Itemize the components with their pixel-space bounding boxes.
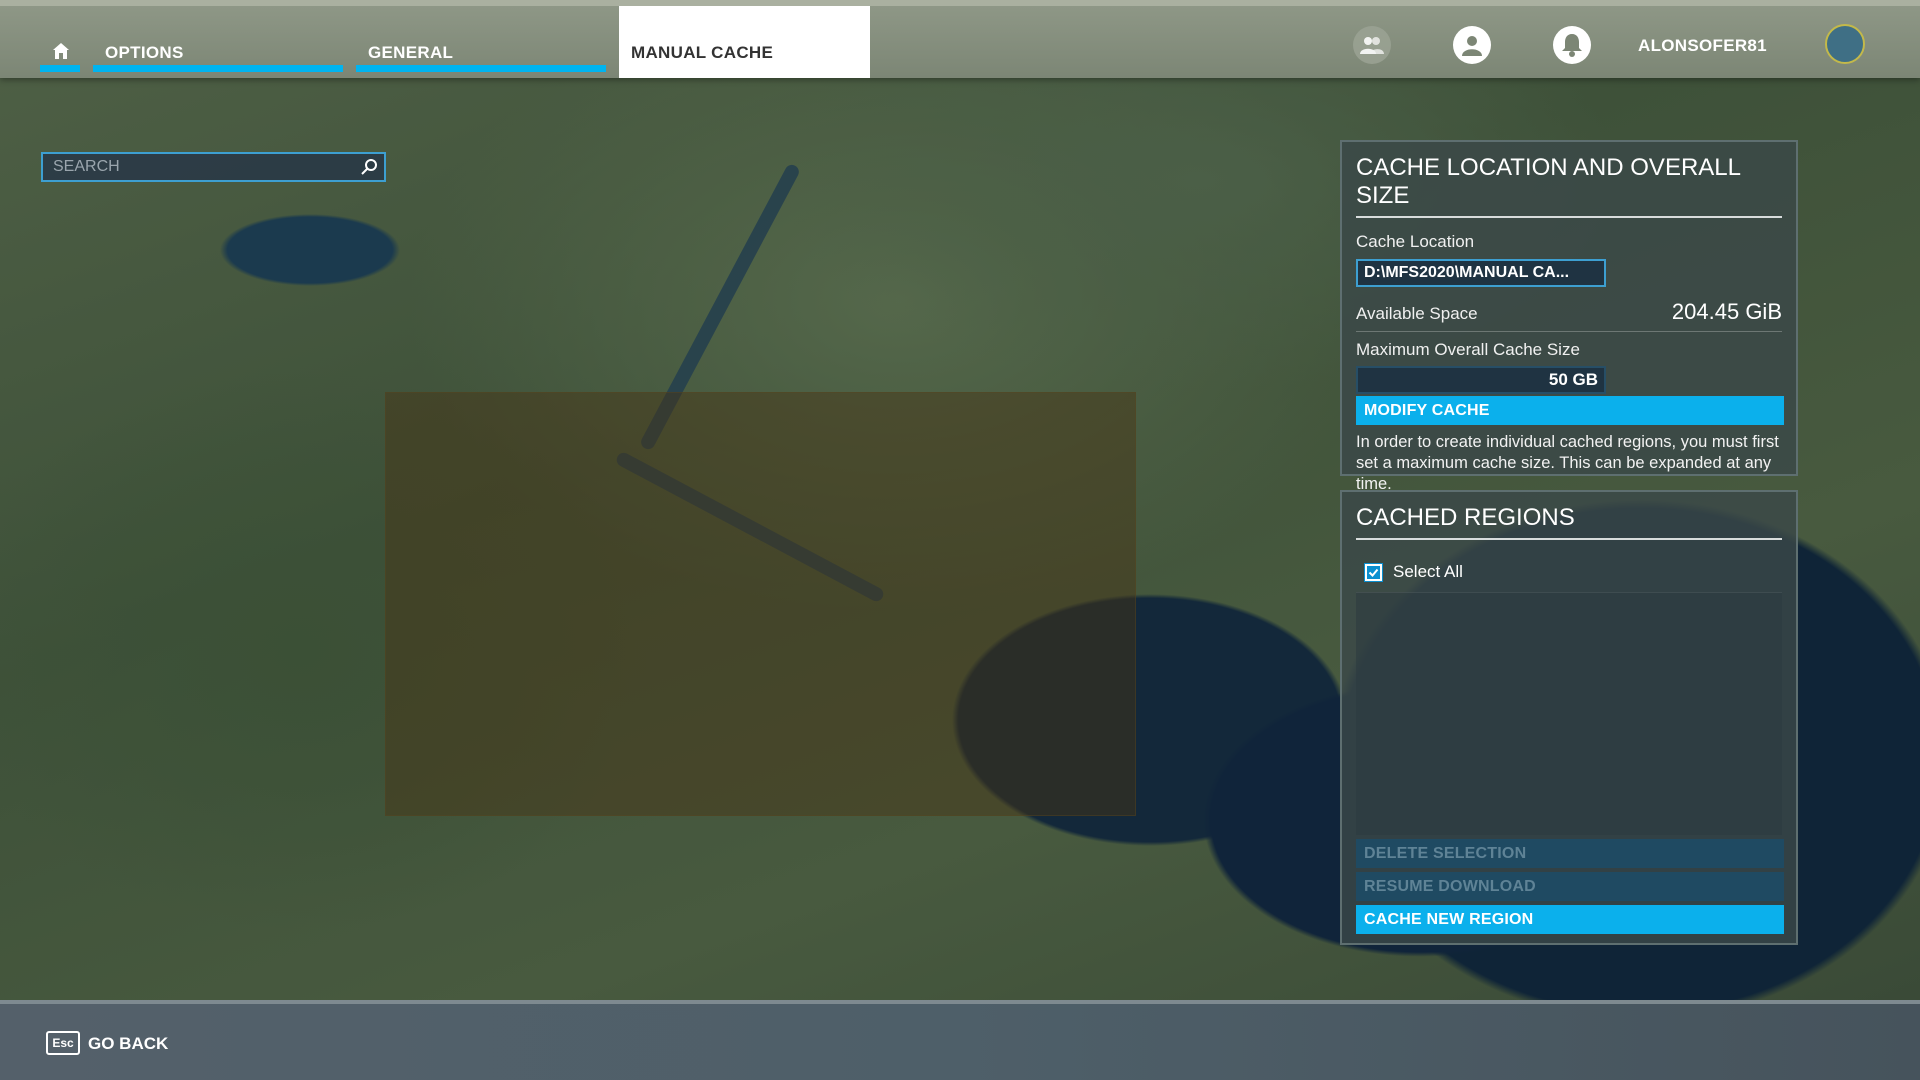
go-back-button[interactable]: GO BACK [88, 1034, 168, 1054]
select-all-label: Select All [1393, 562, 1463, 581]
tab-manual-cache[interactable]: MANUAL CACHE [619, 6, 870, 78]
max-cache-size-field[interactable]: 50 GB [1356, 366, 1606, 394]
search-icon[interactable] [360, 158, 378, 176]
tab-label: OPTIONS [105, 43, 184, 62]
select-all-row[interactable]: Select All [1356, 562, 1782, 582]
top-navigation-bar: OPTIONS GENERAL MANUAL CACHE ALONSOFER81 [0, 0, 1920, 78]
cached-regions-panel: CACHED REGIONS Select All DELETE SELECTI… [1340, 490, 1798, 945]
friends-button[interactable] [1353, 26, 1391, 64]
cache-new-region-button[interactable]: CACHE NEW REGION [1356, 905, 1784, 934]
delete-selection-button[interactable]: DELETE SELECTION [1356, 839, 1784, 868]
available-space-label: Available Space [1356, 304, 1478, 323]
profile-button[interactable] [1453, 26, 1491, 64]
bell-icon [1562, 34, 1582, 57]
panel-title: CACHE LOCATION AND OVERALL SIZE [1356, 154, 1782, 218]
checkmark-icon [1367, 565, 1380, 579]
panel-title: CACHED REGIONS [1356, 504, 1782, 540]
cached-regions-list[interactable] [1356, 592, 1782, 835]
tab-options[interactable]: OPTIONS [93, 6, 343, 78]
tab-underline [40, 65, 80, 72]
available-space-row: Available Space 204.45 GiB [1356, 299, 1782, 332]
tab-underline [93, 65, 343, 72]
cache-region-selection[interactable] [385, 392, 1136, 816]
home-icon [53, 43, 69, 59]
esc-key-icon[interactable]: Esc [46, 1031, 80, 1055]
search-box[interactable] [41, 152, 386, 182]
avatar[interactable] [1825, 24, 1865, 64]
tab-underline [356, 65, 606, 72]
tab-home[interactable] [40, 6, 80, 78]
tab-label: GENERAL [368, 43, 454, 62]
cache-location-label: Cache Location [1356, 232, 1475, 251]
profile-icon [1462, 36, 1482, 56]
username[interactable]: ALONSOFER81 [1638, 36, 1767, 56]
tab-general[interactable]: GENERAL [356, 6, 606, 78]
friends-icon [1360, 37, 1384, 54]
notifications-button[interactable] [1553, 26, 1591, 64]
cache-location-panel: CACHE LOCATION AND OVERALL SIZE Cache Lo… [1340, 140, 1798, 493]
bottom-bar: Esc GO BACK [0, 1000, 1920, 1080]
search-input[interactable] [43, 154, 343, 180]
resume-download-button[interactable]: RESUME DOWNLOAD [1356, 872, 1784, 901]
cache-location-field[interactable]: D:\MFS2020\MANUAL CA... [1356, 259, 1606, 287]
tab-label: MANUAL CACHE [631, 43, 774, 62]
cache-info-text: In order to create individual cached reg… [1356, 433, 1779, 493]
available-space-value: 204.45 GiB [1671, 299, 1782, 324]
modify-cache-button[interactable]: MODIFY CACHE [1356, 396, 1784, 425]
select-all-checkbox[interactable] [1364, 562, 1383, 582]
max-cache-size-label: Maximum Overall Cache Size [1356, 340, 1580, 359]
